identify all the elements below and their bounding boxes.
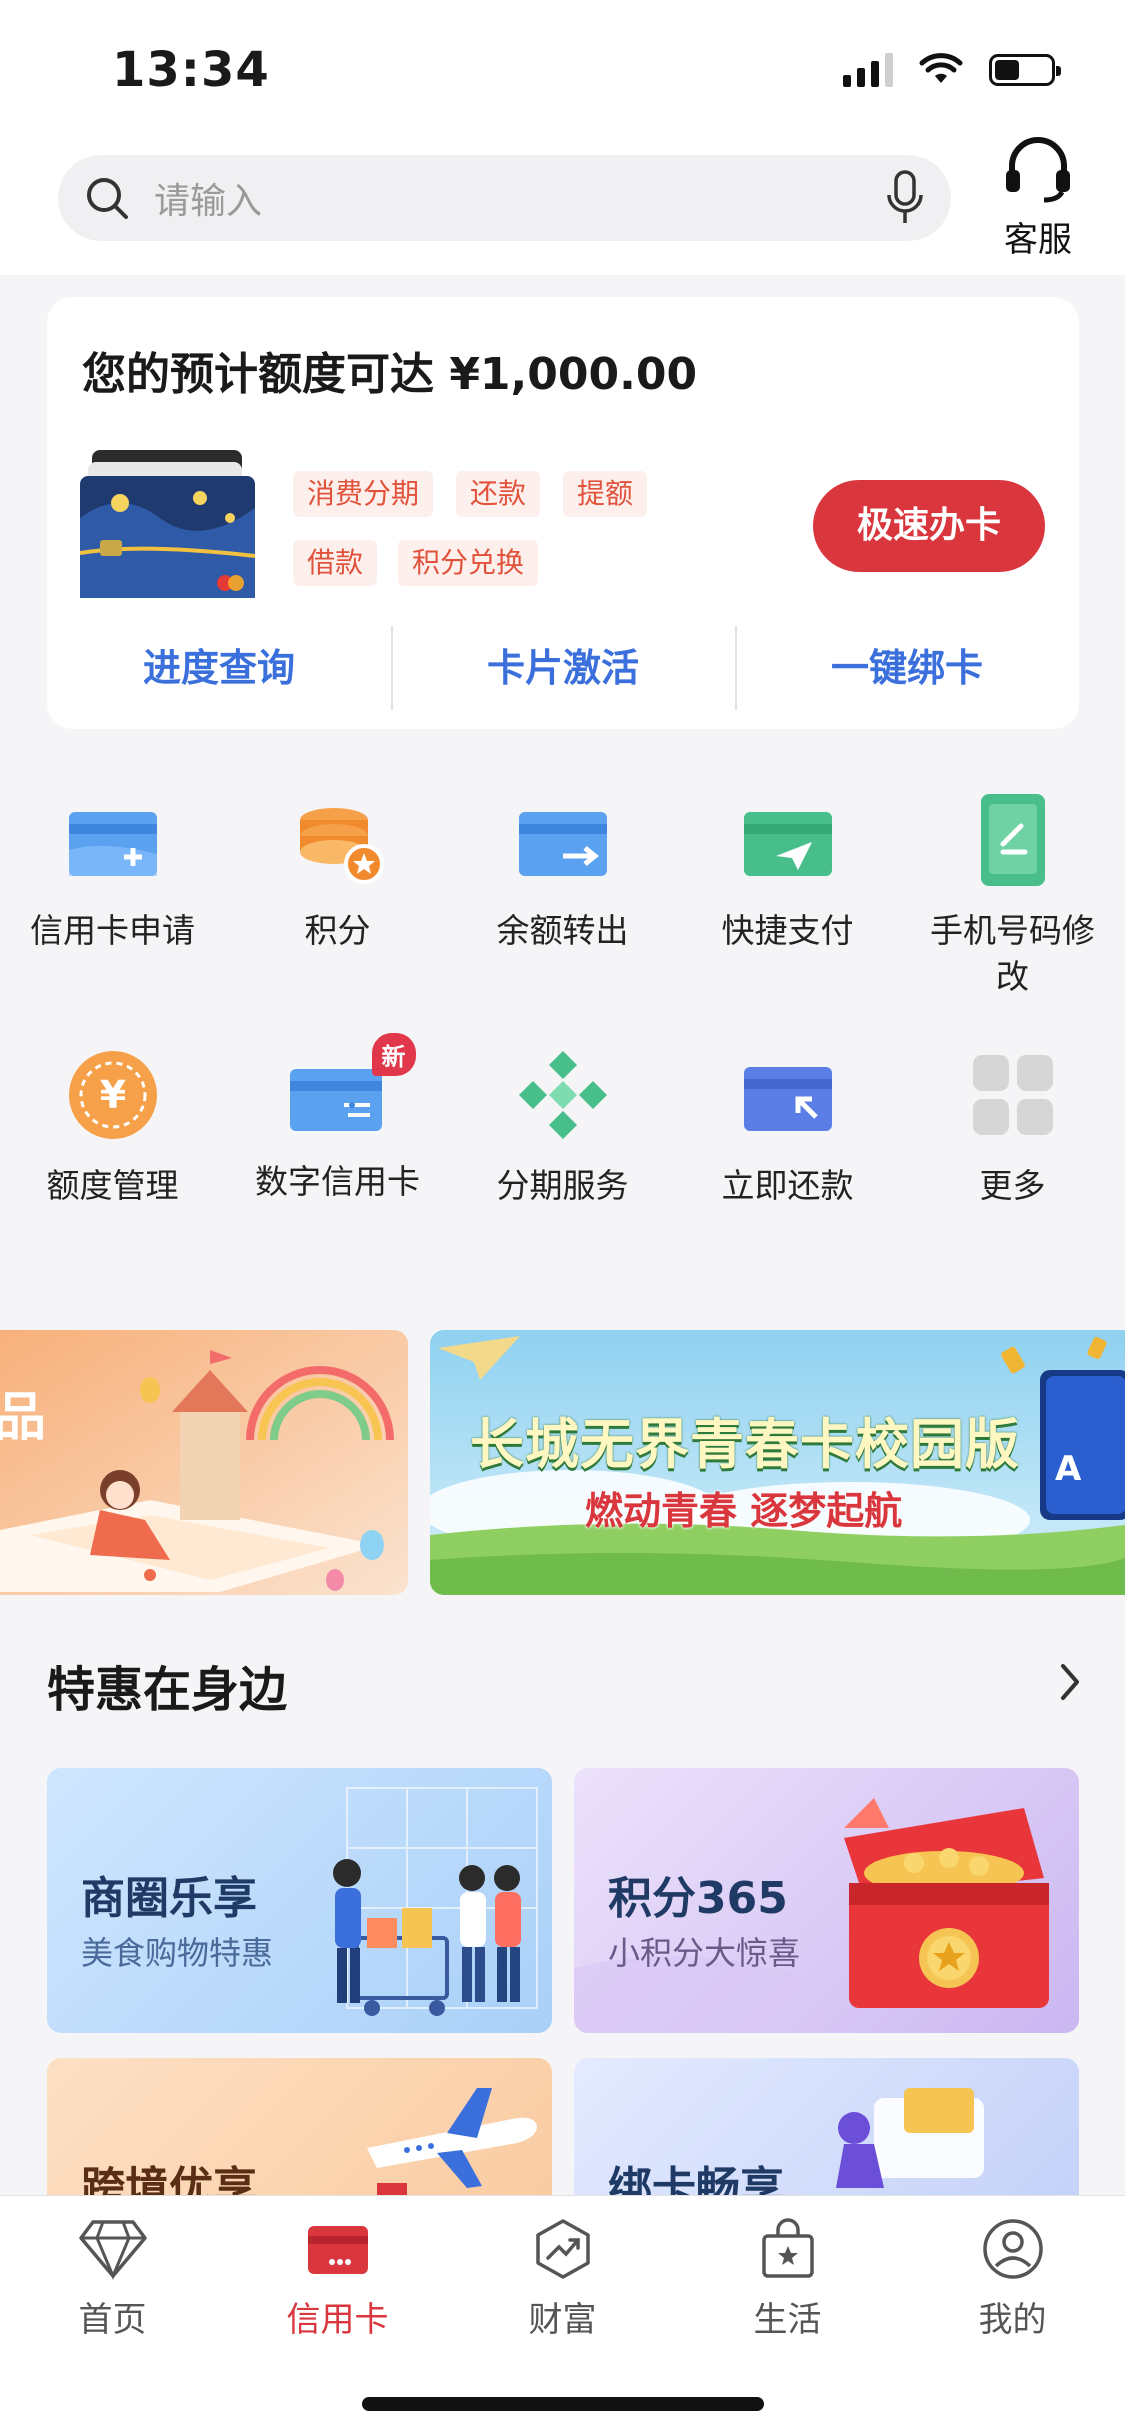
service-quick-pay[interactable]: 快捷支付 — [675, 790, 900, 954]
headset-icon — [1006, 137, 1070, 203]
promo-title: 商圈乐享 — [81, 1873, 257, 1924]
promo-banner-campus-card[interactable]: A 长城无界青春卡校园版 燃动青春 逐梦起航 — [430, 1330, 1125, 1595]
home-indicator — [362, 2397, 764, 2411]
service-digital-card[interactable]: 新 数字信用卡 — [225, 1033, 450, 1205]
tab-credit-card[interactable]: 信用卡 — [225, 2218, 450, 2341]
status-time: 13:34 — [112, 42, 270, 98]
service-label: 信用卡申请 — [30, 911, 195, 950]
tab-label: 信用卡 — [286, 2300, 389, 2340]
new-badge: 新 — [371, 1033, 416, 1076]
card-plus-icon — [68, 812, 157, 876]
svg-text:品: 品 — [0, 1388, 46, 1448]
promo-banner-left[interactable]: 品 — [0, 1330, 408, 1595]
tab-label: 我的 — [978, 2300, 1047, 2340]
svg-text:A: A — [1055, 1449, 1082, 1489]
service-limit-management[interactable]: ¥ 额度管理 — [0, 1045, 225, 1209]
wealth-trend-icon — [535, 2219, 590, 2279]
promo-card-shopping[interactable]: 商圈乐享 美食购物特惠 — [47, 1768, 552, 2033]
diamond-icon — [78, 2220, 147, 2280]
tag-points-exchange[interactable]: 积分兑换 — [398, 540, 539, 586]
promo-subtitle: 小积分大惊喜 — [608, 1934, 801, 1972]
chevron-right-icon[interactable] — [1055, 1660, 1085, 1704]
service-label: 数字信用卡 — [255, 1162, 420, 1201]
service-credit-card-apply[interactable]: 信用卡申请 — [0, 790, 225, 954]
service-label: 快捷支付 — [721, 911, 854, 950]
customer-service-label: 客服 — [1004, 220, 1072, 260]
service-label: 积分 — [304, 911, 371, 950]
card-activation-link[interactable]: 卡片激活 — [391, 620, 735, 716]
card-transfer-icon — [518, 812, 607, 876]
tab-home[interactable]: 首页 — [0, 2218, 225, 2341]
tab-wealth[interactable]: 财富 — [450, 2218, 675, 2341]
more-grid-icon — [972, 1055, 1053, 1135]
service-repay-now[interactable]: 立即还款 — [675, 1045, 900, 1209]
tab-label: 财富 — [528, 2300, 597, 2340]
card-quick-links: 进度查询 卡片激活 一键绑卡 — [47, 620, 1079, 716]
wifi-icon — [919, 53, 963, 83]
search-input[interactable]: 请输入 — [154, 172, 885, 224]
microphone-icon[interactable] — [885, 169, 925, 227]
customer-service-button[interactable]: 客服 — [988, 136, 1088, 261]
service-more[interactable]: 更多 — [900, 1045, 1125, 1209]
banner-illustration-girl-book: 品 — [0, 1330, 408, 1595]
promo-title: 积分365 — [608, 1873, 788, 1924]
card-repay-icon — [743, 1067, 832, 1131]
points-coin-icon — [299, 808, 384, 884]
battery-level — [995, 60, 1019, 80]
yen-limit-icon: ¥ — [68, 1051, 157, 1139]
tag-raise-limit[interactable]: 提额 — [563, 471, 648, 517]
search-icon — [87, 178, 128, 219]
status-icons — [843, 50, 1061, 90]
quick-apply-button[interactable]: 极速办卡 — [813, 480, 1045, 572]
tab-life[interactable]: 生活 — [675, 2218, 900, 2341]
tag-installment[interactable]: 消费分期 — [293, 471, 434, 517]
credit-card-icon — [307, 2226, 368, 2274]
profile-icon — [982, 2219, 1043, 2279]
section-title: 特惠在身边 — [47, 1662, 288, 1718]
tab-mine[interactable]: 我的 — [900, 2218, 1125, 2341]
cellular-signal-icon — [843, 53, 893, 87]
promo-card-points[interactable]: 积分365 小积分大惊喜 — [574, 1768, 1079, 2033]
tab-label: 生活 — [753, 2300, 822, 2340]
banner-subtitle: 燃动青春 逐梦起航 — [585, 1489, 903, 1533]
service-label: 分期服务 — [496, 1166, 629, 1205]
diamond-grid-icon — [518, 1051, 607, 1139]
service-label: 更多 — [979, 1166, 1046, 1205]
battery-icon — [989, 54, 1061, 86]
service-phone-change[interactable]: 手机号码修改 — [900, 790, 1125, 1000]
service-label: 额度管理 — [46, 1166, 179, 1205]
shopping-bag-icon — [761, 2218, 814, 2278]
promo-subtitle: 美食购物特惠 — [81, 1934, 274, 1972]
progress-query-link[interactable]: 进度查询 — [47, 620, 391, 716]
service-installment[interactable]: 分期服务 — [450, 1045, 675, 1209]
svg-text:¥: ¥ — [99, 1073, 125, 1117]
search-bar[interactable]: 请输入 — [58, 155, 951, 241]
phone-edit-icon — [980, 794, 1045, 886]
service-points[interactable]: 积分 — [225, 790, 450, 954]
service-label: 余额转出 — [496, 911, 629, 950]
credit-limit-title: 您的预计额度可达 ¥1,000.00 — [82, 349, 698, 400]
service-label: 立即还款 — [721, 1166, 854, 1205]
banner-title: 长城无界青春卡校园版 — [470, 1413, 1020, 1476]
tag-loan[interactable]: 借款 — [293, 540, 378, 586]
tag-repayment[interactable]: 还款 — [456, 471, 541, 517]
bind-card-link[interactable]: 一键绑卡 — [735, 620, 1079, 716]
service-balance-transfer[interactable]: 余额转出 — [450, 790, 675, 954]
credit-card-stack-image — [80, 450, 255, 598]
service-label: 手机号码修改 — [930, 911, 1095, 996]
tab-label: 首页 — [78, 2300, 147, 2340]
paper-plane-card-icon — [743, 812, 832, 876]
